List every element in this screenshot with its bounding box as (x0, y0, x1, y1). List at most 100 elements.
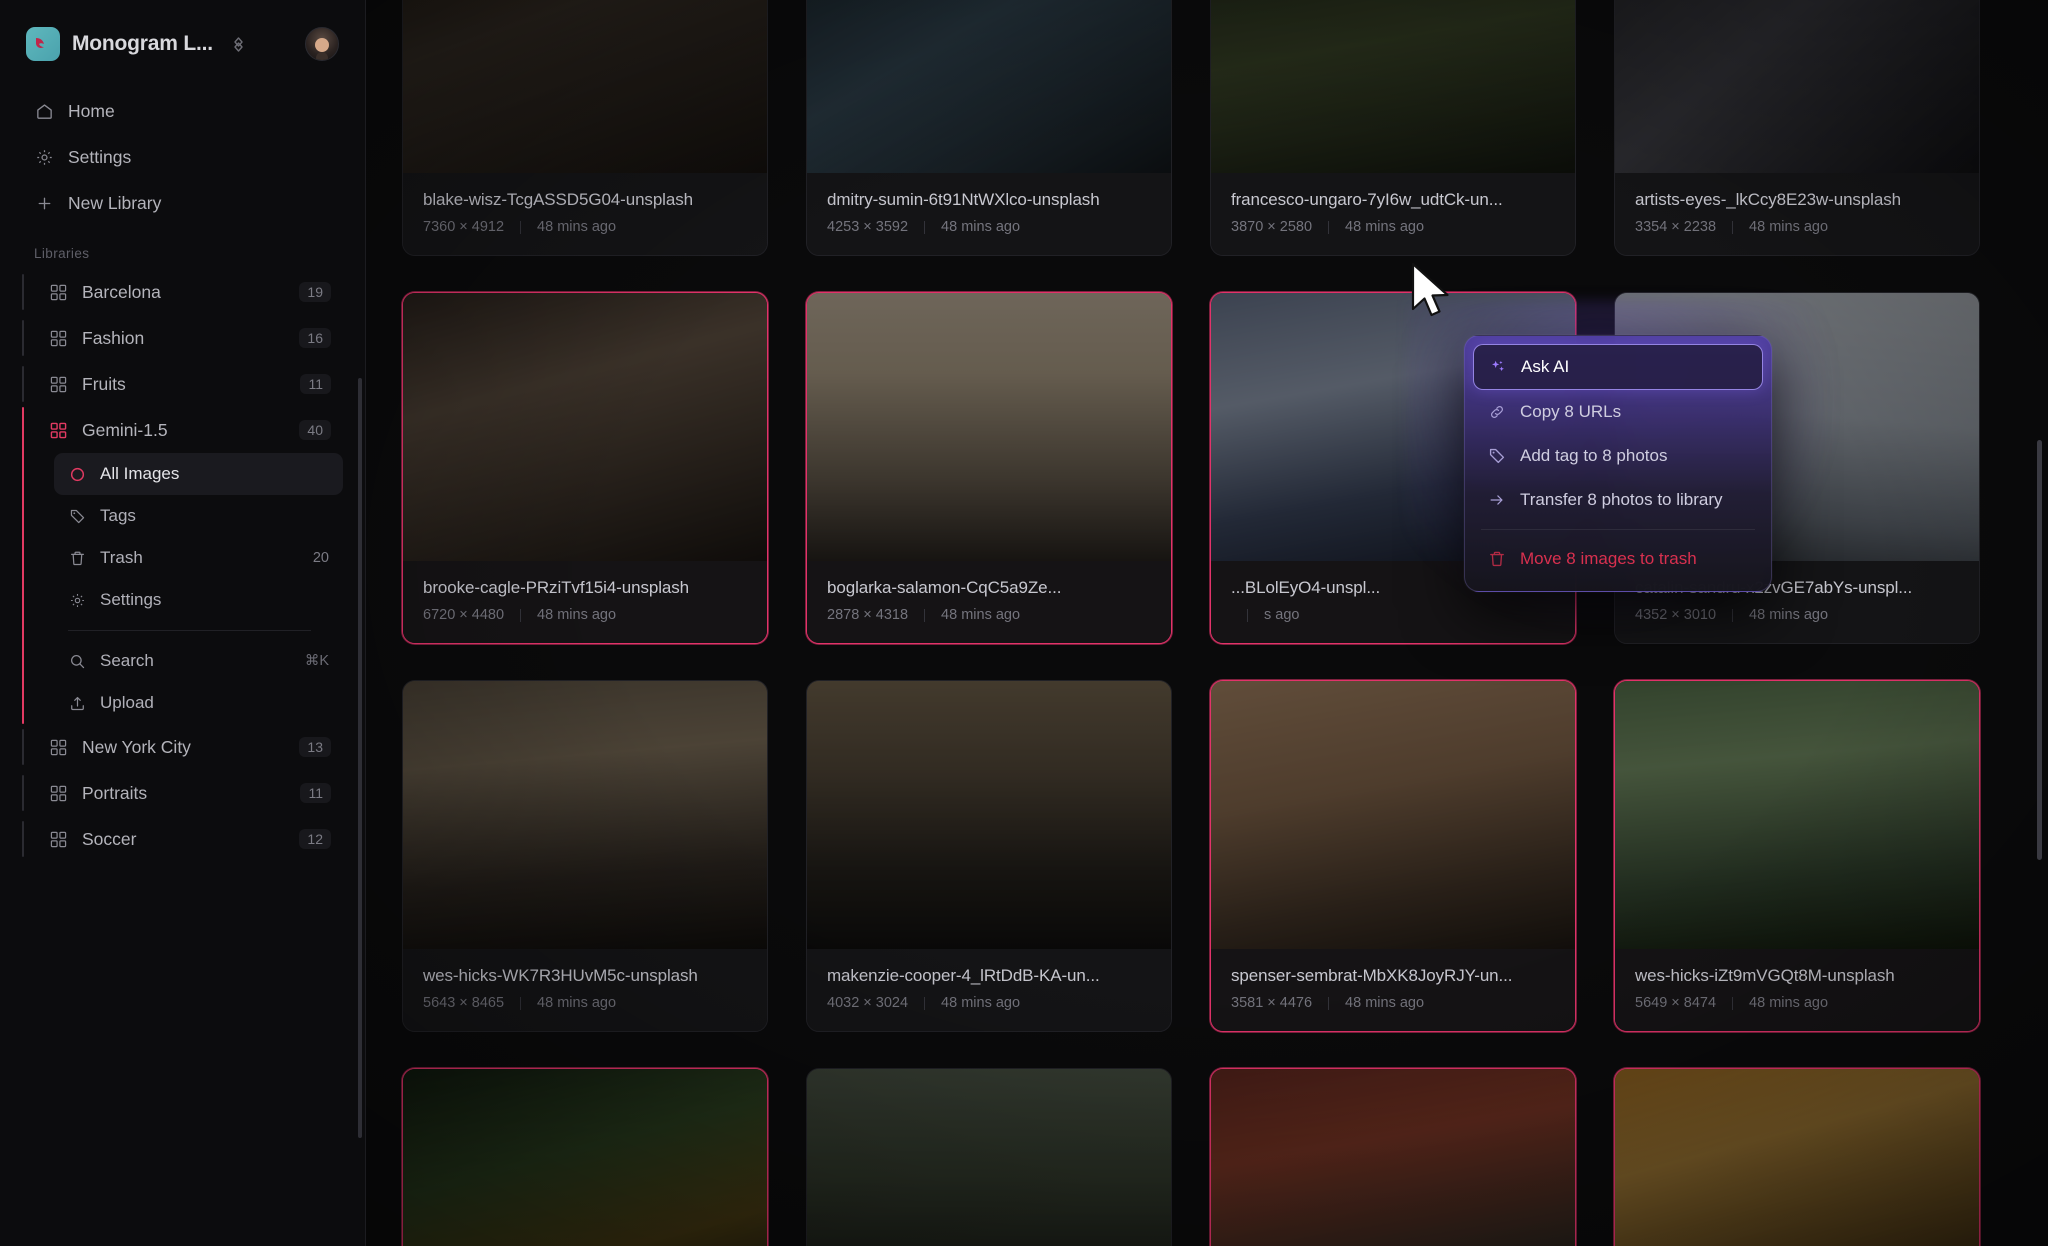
sidebar-item-tags[interactable]: Tags (54, 495, 343, 537)
sidebar-item-label: New Library (68, 192, 162, 213)
photo-card[interactable]: spenser-sembrat-MbXK8JoyRJY-un... 3581 × … (1210, 680, 1576, 1032)
library-count: 12 (299, 829, 331, 849)
photo-thumbnail[interactable] (1211, 681, 1575, 949)
chevron-updown-icon[interactable] (231, 35, 246, 54)
photo-dimensions: 6720 × 4480 (423, 607, 505, 623)
photo-thumbnail[interactable] (403, 1069, 767, 1246)
sidebar-library-fruits[interactable]: Fruits 11 (22, 361, 343, 407)
photo-card[interactable]: josh-campbell-UbbjVyibFuc-unsplash5760 ×… (402, 1068, 768, 1246)
photo-card[interactable]: jack-sloop-qelGaL2OLyE-unsplash5915 × 39… (1614, 1068, 1980, 1246)
photo-meta: wes-hicks-WK7R3HUvM5c-unsplash 5643 × 846… (403, 949, 767, 1031)
context-menu-label: Add tag to 8 photos (1520, 446, 1668, 465)
sidebar: Monogram L... Home Settings New Library (0, 0, 366, 1246)
photo-card[interactable]: francesco-ungaro-7yI6w_udtCk-un... 3870 ×… (1210, 0, 1576, 256)
context-menu-item-move-to-trash[interactable]: Move 8 images to trash (1473, 537, 1763, 581)
sidebar-library-soccer[interactable]: Soccer 12 (22, 816, 343, 862)
sub-item-label: Tags (100, 506, 136, 525)
photo-timestamp: 48 mins ago (537, 995, 617, 1011)
photo-timestamp: 48 mins ago (1749, 995, 1829, 1011)
library-count: 40 (299, 420, 331, 440)
photo-card[interactable]: brooke-cagle-PRziTvf15i4-unsplash 6720 × … (402, 292, 768, 644)
tag-icon (1487, 447, 1506, 466)
sidebar-library-fashion[interactable]: Fashion 16 (22, 315, 343, 361)
search-icon (68, 652, 87, 671)
context-menu-item-transfer[interactable]: Transfer 8 photos to library (1473, 478, 1763, 522)
photo-meta: francesco-ungaro-7yI6w_udtCk-un... 3870 ×… (1211, 173, 1575, 255)
photo-card[interactable]: dmitry-sumin-6t91NtWXlco-unsplash 4253 × … (806, 0, 1172, 256)
meta-separator (1328, 996, 1330, 1010)
sidebar-item-all-images[interactable]: All Images (54, 453, 343, 495)
sidebar-scrollbar[interactable] (358, 378, 362, 1138)
sidebar-item-trash[interactable]: Trash 20 (54, 537, 343, 579)
photo-timestamp: 48 mins ago (1345, 219, 1425, 235)
context-menu-divider (1481, 529, 1755, 530)
photo-thumbnail[interactable] (1211, 1069, 1575, 1246)
tag-icon (68, 507, 87, 526)
photo-thumbnail[interactable] (1615, 681, 1979, 949)
sidebar-library-new-york-city[interactable]: New York City 13 (22, 724, 343, 770)
photo-dimensions: 4253 × 3592 (827, 219, 909, 235)
photo-card[interactable]: annie-spratt-W_XpzH1PVqM-unspla...3334 ×… (806, 1068, 1172, 1246)
sidebar-item-settings[interactable]: Settings (22, 134, 343, 180)
meta-separator (1732, 608, 1734, 622)
sidebar-item-library-settings[interactable]: Settings (54, 579, 343, 621)
photo-timestamp: s ago (1264, 607, 1300, 623)
context-menu-item-copy-urls[interactable]: Copy 8 URLs (1473, 390, 1763, 434)
photo-dimensions: 3581 × 4476 (1231, 995, 1313, 1011)
photo-card[interactable]: makenzie-cooper-4_lRtDdB-KA-un... 4032 × … (806, 680, 1172, 1032)
photo-card[interactable]: boglarka-salamon-CqC5a9Ze... 2878 × 4318 4… (806, 292, 1172, 644)
context-menu-item-ask-ai[interactable]: Ask AI (1473, 344, 1763, 390)
sidebar-item-home[interactable]: Home (22, 88, 343, 134)
photo-thumbnail[interactable] (403, 681, 767, 949)
trash-icon (68, 549, 87, 568)
photo-meta: wes-hicks-iZt9mVGQt8M-unsplash 5649 × 847… (1615, 949, 1979, 1031)
sub-item-label: Upload (100, 693, 154, 712)
meta-separator (1732, 220, 1734, 234)
photo-card[interactable]: wes-hicks-iZt9mVGQt8M-unsplash 5649 × 847… (1614, 680, 1980, 1032)
arrow-right-icon (1487, 491, 1506, 510)
photo-dimensions: 5649 × 8474 (1635, 995, 1717, 1011)
photo-subinfo: 5643 × 8465 48 mins ago (423, 995, 747, 1011)
photo-filename: wes-hicks-iZt9mVGQt8M-unsplash (1635, 966, 1895, 985)
sidebar-library-barcelona[interactable]: Barcelona 19 (22, 269, 343, 315)
photo-timestamp: 48 mins ago (1749, 219, 1829, 235)
sidebar-item-new-library[interactable]: New Library (22, 180, 343, 226)
grid-icon (48, 737, 68, 757)
main-scrollbar[interactable] (2037, 440, 2042, 860)
photo-subinfo: 2878 × 4318 48 mins ago (827, 607, 1151, 623)
photo-subinfo: 3870 × 2580 48 mins ago (1231, 219, 1555, 235)
photo-dimensions: 5643 × 8465 (423, 995, 505, 1011)
grid-icon (48, 282, 68, 302)
photo-thumbnail[interactable] (1211, 0, 1575, 173)
meta-separator (520, 996, 522, 1010)
photo-thumbnail[interactable] (403, 0, 767, 173)
photo-thumbnail[interactable] (807, 1069, 1171, 1246)
photo-dimensions: 2878 × 4318 (827, 607, 909, 623)
library-switcher[interactable]: Monogram L... (22, 0, 343, 88)
context-menu-item-add-tag[interactable]: Add tag to 8 photos (1473, 434, 1763, 478)
photo-card[interactable]: wes-hicks-WK7R3HUvM5c-unsplash 5643 × 846… (402, 680, 768, 1032)
gear-icon (68, 591, 87, 610)
sidebar-library-gemini-15[interactable]: Gemini-1.5 40 All Images Tags Trash 20 S… (22, 407, 343, 724)
photo-thumbnail[interactable] (807, 681, 1171, 949)
photo-thumbnail[interactable] (807, 293, 1171, 561)
sidebar-item-search[interactable]: Search ⌘K (54, 640, 343, 682)
photo-thumbnail[interactable] (403, 293, 767, 561)
sub-item-label: Search (100, 651, 154, 670)
sidebar-divider (68, 630, 311, 631)
photo-thumbnail[interactable] (807, 0, 1171, 173)
photo-subinfo: 7360 × 4912 48 mins ago (423, 219, 747, 235)
photo-grid: blake-wisz-TcgASSD5G04-unsplash 7360 × 49… (402, 0, 1992, 1246)
photo-meta: brooke-cagle-PRziTvf15i4-unsplash 6720 × … (403, 561, 767, 643)
link-icon (1487, 403, 1506, 422)
sidebar-item-upload[interactable]: Upload (54, 682, 343, 724)
trash-count: 20 (312, 550, 329, 566)
photo-card[interactable]: blake-wisz-TcgASSD5G04-unsplash 7360 × 49… (402, 0, 768, 256)
photo-card[interactable]: hasse-lossius-ooTJcVR9vDc-unspla...6240 … (1210, 1068, 1576, 1246)
photo-card[interactable]: artists-eyes-_lkCcy8E23w-unsplash 3354 × … (1614, 0, 1980, 256)
avatar[interactable] (305, 27, 339, 61)
photo-thumbnail[interactable] (1615, 1069, 1979, 1246)
context-menu: Ask AI Copy 8 URLs Add tag to 8 photos T… (1464, 335, 1772, 592)
photo-thumbnail[interactable] (1615, 0, 1979, 173)
sidebar-library-portraits[interactable]: Portraits 11 (22, 770, 343, 816)
